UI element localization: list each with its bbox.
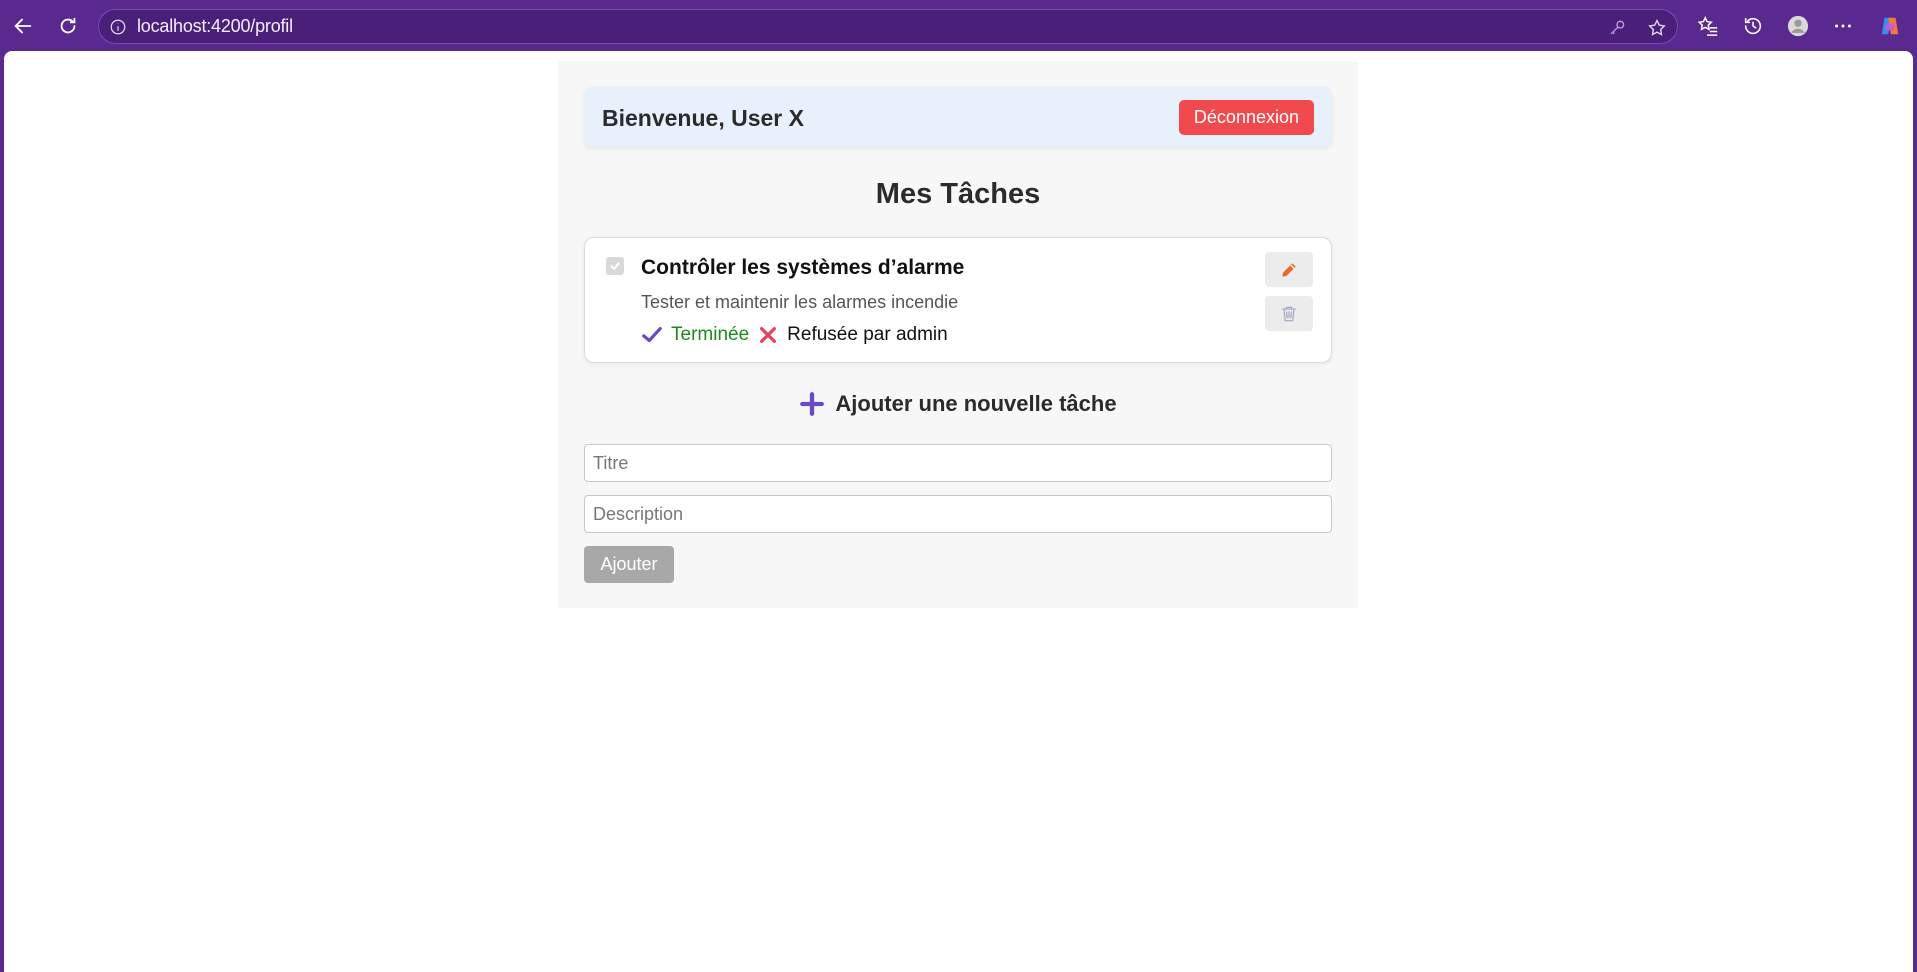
- check-icon: [641, 324, 663, 346]
- back-button[interactable]: [6, 9, 40, 43]
- welcome-text: Bienvenue, User X: [602, 105, 804, 131]
- info-icon[interactable]: [99, 10, 137, 43]
- checkmark-icon: [610, 262, 620, 271]
- page-title: Mes Tâches: [875, 178, 1041, 210]
- logout-button[interactable]: Déconnexion: [1178, 100, 1314, 135]
- page-viewport: Bienvenue, User X Déconnexion Mes Tâches…: [4, 51, 1913, 972]
- history-button[interactable]: [1736, 9, 1770, 43]
- status-admin-label: Refusée par admin: [787, 324, 948, 345]
- add-task-heading-text: Ajouter une nouvelle tâche: [835, 391, 1117, 416]
- favorites-button[interactable]: [1691, 9, 1725, 43]
- cross-icon: [757, 324, 779, 346]
- pencil-icon: [1282, 262, 1296, 277]
- profile-container: Bienvenue, User X Déconnexion Mes Tâches…: [558, 61, 1358, 608]
- refresh-icon: [60, 17, 76, 34]
- copilot-button[interactable]: [1873, 9, 1907, 43]
- trash-icon: [1282, 306, 1296, 321]
- task-card: Contrôler les systèmes d’alarme Tester e…: [584, 237, 1332, 363]
- history-icon: [1744, 17, 1762, 35]
- star-icon[interactable]: [1645, 16, 1669, 40]
- add-task-button[interactable]: Ajouter: [584, 546, 674, 583]
- more-button[interactable]: [1826, 9, 1860, 43]
- task-status: Terminée Refusée par admin: [641, 324, 948, 346]
- address-bar[interactable]: localhost:4200/profil: [98, 9, 1678, 44]
- copilot-icon: [1881, 17, 1899, 35]
- key-icon[interactable]: [1605, 16, 1629, 40]
- delete-task-button[interactable]: [1265, 296, 1313, 331]
- edit-task-button[interactable]: [1265, 252, 1313, 287]
- add-task-heading: Ajouter une nouvelle tâche: [558, 391, 1358, 417]
- status-done-label: Terminée: [671, 324, 750, 345]
- profile-icon: [1787, 15, 1809, 37]
- task-checkbox[interactable]: [606, 257, 624, 275]
- refresh-button[interactable]: [51, 9, 85, 43]
- url-text[interactable]: localhost:4200/profil: [137, 16, 293, 37]
- more-icon: [1835, 24, 1851, 28]
- favorites-icon: [1697, 16, 1718, 36]
- back-icon: [14, 18, 32, 34]
- task-title: Contrôler les systèmes d’alarme: [641, 256, 965, 279]
- task-description: Tester et maintenir les alarmes incendie: [641, 292, 959, 312]
- profile-button[interactable]: [1781, 9, 1815, 43]
- title-input[interactable]: [584, 444, 1332, 482]
- welcome-header: Bienvenue, User X Déconnexion: [584, 87, 1332, 147]
- description-input[interactable]: [584, 495, 1332, 533]
- plus-icon: [799, 391, 825, 417]
- browser-toolbar: localhost:4200/profil: [0, 0, 1917, 51]
